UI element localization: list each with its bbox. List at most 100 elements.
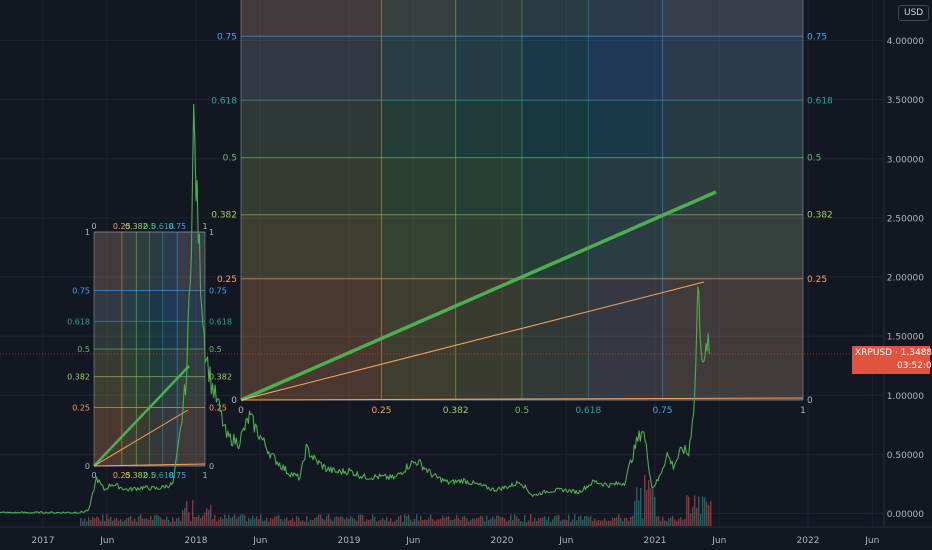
volume-bar: [570, 521, 572, 526]
x-tick-label: 2018: [185, 536, 208, 546]
fib-level-label: 0.5: [807, 154, 821, 164]
volume-bar: [408, 514, 410, 526]
y-tick-label: 1.50000: [887, 333, 924, 343]
fib-cell-overlay: [662, 214, 803, 279]
fib-cell-overlay: [94, 376, 122, 408]
fib-cell-overlay: [381, 36, 456, 101]
volume-bar: [196, 516, 198, 526]
volume-bar: [520, 521, 522, 526]
volume-bar: [632, 515, 634, 526]
volume-bar: [464, 516, 466, 526]
volume-bar: [172, 517, 174, 526]
volume-bar: [462, 516, 464, 526]
volume-bar: [372, 514, 374, 526]
volume-bar: [308, 521, 310, 526]
volume-bar: [376, 521, 378, 526]
volume-bar: [670, 517, 672, 526]
volume-bar: [236, 518, 238, 526]
x-tick-label: Jun: [864, 536, 879, 546]
volume-bar: [374, 517, 376, 526]
fib-level-label: 0.618: [807, 96, 833, 106]
volume-bar: [206, 508, 208, 526]
fib-cell-overlay: [381, 0, 456, 37]
volume-bar: [528, 520, 530, 526]
volume-bar: [694, 495, 696, 526]
volume-bar: [618, 514, 620, 526]
volume-bar: [684, 519, 686, 526]
volume-bar: [342, 517, 344, 526]
volume-bar: [708, 504, 710, 526]
volume-bar: [212, 519, 214, 526]
volume-bar: [294, 521, 296, 526]
fib-level-label: 0.5: [209, 345, 222, 354]
fib-cell-overlay: [177, 321, 205, 349]
volume-bar: [710, 500, 712, 526]
volume-bar: [412, 521, 414, 526]
volume-bar: [646, 490, 648, 526]
volume-bar: [134, 518, 136, 526]
volume-bar: [678, 518, 680, 526]
volume-bar: [620, 517, 622, 526]
fib-cell-overlay: [177, 376, 205, 408]
volume-bar: [422, 520, 424, 526]
x-tick-label: Jun: [558, 536, 573, 546]
fib-time-label: 0.618: [575, 406, 601, 416]
volume-bar: [574, 514, 576, 526]
volume-bar: [624, 517, 626, 526]
volume-bar: [192, 500, 194, 526]
fib-time-label: 0.5: [515, 406, 529, 416]
currency-badge[interactable]: USD: [898, 5, 930, 21]
volume-bar: [104, 521, 106, 526]
volume-bar: [224, 514, 226, 526]
volume-bar: [536, 521, 538, 526]
fib-speed-fan-small[interactable]: 0 0000.25 0.250.250.250.382 0.3820.3820.382…: [67, 222, 232, 480]
fib-cell-overlay: [588, 278, 663, 400]
fib-level-label: 1: [209, 228, 214, 237]
fib-cell-overlay: [136, 349, 150, 377]
fib-time-label: 1: [202, 471, 207, 480]
volume-bar: [378, 520, 380, 526]
volume-bar: [526, 521, 528, 526]
fib-time-label: 1: [800, 406, 806, 416]
volume-bar: [386, 516, 388, 526]
volume-bar: [362, 515, 364, 526]
fib-level-label: 0.618: [211, 96, 237, 106]
volume-bar: [90, 519, 92, 526]
volume-bar: [690, 513, 692, 526]
volume-bar: [208, 510, 210, 526]
fib-cell-overlay: [455, 157, 522, 215]
volume-bar: [98, 517, 100, 526]
price-chart[interactable]: 0 000.25 0.250.250.382 0.3820.3820.5 0.50.50…: [0, 0, 932, 550]
volume-bar: [642, 518, 644, 526]
volume-bar: [222, 518, 224, 526]
volume-bar: [166, 516, 168, 526]
volume-bar: [532, 521, 534, 526]
fib-cell-overlay: [162, 290, 178, 322]
volume-bar: [468, 521, 470, 526]
volume-bar: [554, 515, 556, 526]
volume-bar: [132, 520, 134, 526]
y-tick-label: 3.00000: [887, 155, 924, 165]
fib-cell-overlay: [522, 36, 589, 101]
volume-bar: [540, 518, 542, 526]
volume-bar: [306, 516, 308, 526]
x-tick-label: Jun: [252, 536, 267, 546]
volume-bar: [476, 518, 478, 526]
volume-bar: [252, 515, 254, 526]
fib-cell-overlay: [662, 100, 803, 158]
volume-bar: [368, 520, 370, 526]
fib-cell-overlay: [136, 290, 150, 322]
volume-bar: [298, 517, 300, 526]
volume-bar: [118, 520, 120, 526]
volume-bar: [410, 519, 412, 526]
volume-bar: [352, 517, 354, 526]
volume-bar: [436, 519, 438, 526]
volume-bar: [262, 520, 264, 526]
volume-bar: [572, 519, 574, 526]
volume-bar: [142, 518, 144, 526]
volume-bar: [232, 516, 234, 526]
volume-bar: [114, 518, 116, 526]
volume-bar: [558, 514, 560, 526]
fib-cell-overlay: [121, 290, 137, 322]
fib-cell-overlay: [455, 214, 522, 279]
